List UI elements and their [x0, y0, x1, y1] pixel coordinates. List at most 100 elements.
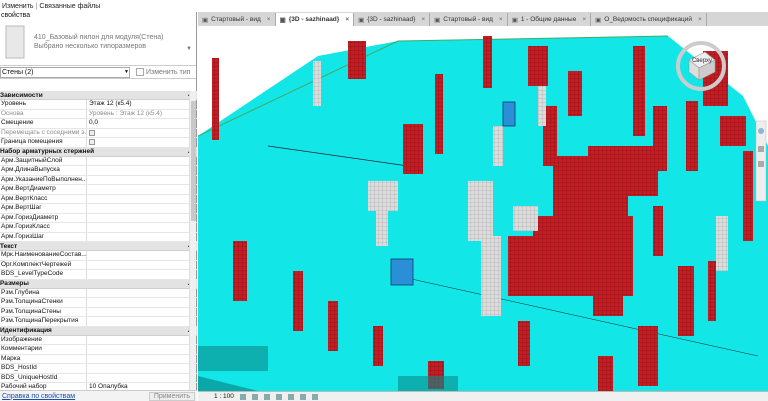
- linked-files-label[interactable]: Связанные файлы: [39, 3, 100, 10]
- scrollbar-thumb[interactable]: [191, 101, 196, 221]
- property-row: BDS_LevelTypeCode: [0, 270, 197, 280]
- property-name: Арм.ДлинаВыпуска: [0, 166, 87, 175]
- close-icon[interactable]: ×: [582, 16, 586, 23]
- viewcube-label[interactable]: Сверху: [692, 58, 712, 64]
- view-tab-label: {3D - sazhinaad}: [288, 16, 340, 23]
- property-value[interactable]: [87, 317, 197, 326]
- property-row: Арм.ГоризКласс: [0, 223, 197, 233]
- type-selector[interactable]: 410_Базовый пилон для модуля(Стена) Выбр…: [0, 20, 196, 66]
- property-group-title: Набор арматурных стержней: [0, 148, 95, 155]
- property-value[interactable]: Этаж 12 (к5.4): [87, 100, 197, 109]
- property-value[interactable]: [87, 223, 197, 232]
- property-name: BDS_LevelTypeCode: [0, 270, 87, 279]
- property-group-header[interactable]: Идентификация▲: [0, 326, 197, 336]
- property-value[interactable]: [87, 138, 197, 147]
- property-value[interactable]: [87, 185, 197, 194]
- view-tab[interactable]: ▣ О_Ведомость спецификаций ×: [591, 13, 707, 26]
- property-value[interactable]: [87, 374, 197, 383]
- view-tab[interactable]: ▣ Стартовый - вид ×: [430, 13, 508, 26]
- property-name: Арм.ВертДиаметр: [0, 185, 87, 194]
- crop-view-icon[interactable]: [287, 393, 294, 400]
- edit-type-button[interactable]: Изменить тип: [136, 68, 190, 76]
- property-value[interactable]: [87, 176, 197, 185]
- property-row: Марка: [0, 354, 197, 364]
- property-row: Арм.ВертКласс: [0, 194, 197, 204]
- property-value[interactable]: [87, 345, 197, 354]
- property-name: Арм.ЗащитныйСлой: [0, 156, 87, 165]
- property-value[interactable]: [87, 233, 197, 242]
- property-value[interactable]: [87, 289, 197, 298]
- property-value[interactable]: [87, 214, 197, 223]
- property-value[interactable]: [87, 355, 197, 364]
- navigation-bar[interactable]: [755, 120, 767, 202]
- chevron-down-icon: ▼: [124, 69, 129, 75]
- close-icon[interactable]: ×: [345, 16, 349, 23]
- chevron-down-icon[interactable]: ▼: [186, 46, 192, 52]
- close-icon[interactable]: ×: [698, 16, 702, 23]
- scale-label[interactable]: 1 : 100: [214, 393, 234, 400]
- property-group-header[interactable]: Зависимости▲: [0, 91, 197, 100]
- view-tab-label: 1 - Общие данные: [520, 16, 577, 23]
- property-row: Основа Уровень : Этаж 12 (к5.4): [0, 109, 197, 119]
- property-value[interactable]: [87, 270, 197, 279]
- close-icon[interactable]: ×: [499, 16, 503, 23]
- properties-header: свойства: [1, 12, 31, 19]
- property-row: Арм.ГоризШаг: [0, 232, 197, 242]
- property-value[interactable]: [87, 364, 197, 373]
- property-name: Изображение: [0, 335, 87, 344]
- property-name: BDS_UniqueHostId: [0, 373, 87, 382]
- shadows-icon[interactable]: [275, 393, 282, 400]
- property-row: Арм.ВертШаг: [0, 204, 197, 214]
- visual-style-icon[interactable]: [251, 393, 258, 400]
- property-name: Арм.ГоризШаг: [0, 232, 87, 241]
- properties-scrollbar[interactable]: [189, 91, 196, 401]
- property-name: Рзм.ТолщинаСтенки: [0, 298, 87, 307]
- property-group-header[interactable]: Текст▲: [0, 242, 197, 251]
- property-group-header[interactable]: Размеры▲: [0, 279, 197, 289]
- view-tab-label: О_Ведомость спецификаций: [604, 16, 692, 23]
- property-value[interactable]: [87, 204, 197, 213]
- property-value[interactable]: 0,0: [87, 119, 197, 128]
- close-icon[interactable]: ×: [421, 16, 425, 23]
- property-name: Рзм.ТолщинаПерекрытия: [0, 317, 87, 326]
- sun-path-icon[interactable]: [263, 393, 270, 400]
- property-row: Уровень Этаж 12 (к5.4): [0, 100, 197, 110]
- edit-type-icon: [136, 68, 144, 76]
- view-tab[interactable]: ▣ Стартовый - вид ×: [198, 13, 276, 26]
- property-checkbox[interactable]: [89, 139, 95, 145]
- property-name: Мрк.НаименованиеСостав...: [1, 251, 87, 260]
- property-name: Арм.ВертШаг: [0, 204, 87, 213]
- close-icon[interactable]: ×: [267, 16, 271, 23]
- instance-filter-dropdown[interactable]: Стены (2) ▼: [0, 66, 130, 78]
- reveal-hidden-icon[interactable]: [311, 393, 318, 400]
- modify-label[interactable]: Изменить: [2, 3, 34, 10]
- temporary-hide-icon[interactable]: [299, 393, 306, 400]
- property-row: Рзм.ТолщинаСтенки: [0, 298, 197, 308]
- property-value[interactable]: [87, 251, 197, 260]
- 3d-viewport[interactable]: Сверху: [198, 26, 768, 391]
- property-value[interactable]: [87, 195, 197, 204]
- property-row: Арм.ВертДиаметр: [0, 185, 197, 195]
- apply-button[interactable]: Применить: [148, 391, 195, 401]
- instance-filter-value: Стены (2): [2, 68, 34, 76]
- properties-help-link[interactable]: Справка по свойствам: [2, 393, 75, 400]
- property-value[interactable]: [87, 166, 197, 175]
- property-value[interactable]: Уровень : Этаж 12 (к5.4): [87, 110, 197, 119]
- properties-panel: свойства 410_Базовый пилон для модуля(Ст…: [0, 12, 197, 401]
- view-tab[interactable]: ▣ {3D - sazhinaad} ×: [275, 13, 355, 26]
- 3d-model-scene[interactable]: Сверху: [198, 26, 768, 391]
- property-checkbox[interactable]: [89, 129, 95, 136]
- properties-grid: Зависимости▲УровеньЭтаж 12 (к5.4)ОсноваУ…: [0, 91, 197, 401]
- property-value[interactable]: [87, 261, 197, 270]
- view-tab[interactable]: ▣ {3D - sazhinaad} ×: [354, 13, 431, 26]
- view-icon: ▣: [279, 16, 286, 24]
- property-value[interactable]: [87, 336, 197, 345]
- property-value[interactable]: [87, 298, 197, 307]
- property-value[interactable]: [87, 129, 197, 138]
- edit-type-label: Изменить тип: [146, 68, 191, 76]
- detail-level-icon[interactable]: [239, 393, 246, 400]
- property-value[interactable]: [87, 308, 197, 317]
- property-value[interactable]: [87, 157, 197, 166]
- view-tab[interactable]: ▣ 1 - Общие данные ×: [508, 13, 592, 26]
- property-group-header[interactable]: Набор арматурных стержней▲: [0, 147, 197, 157]
